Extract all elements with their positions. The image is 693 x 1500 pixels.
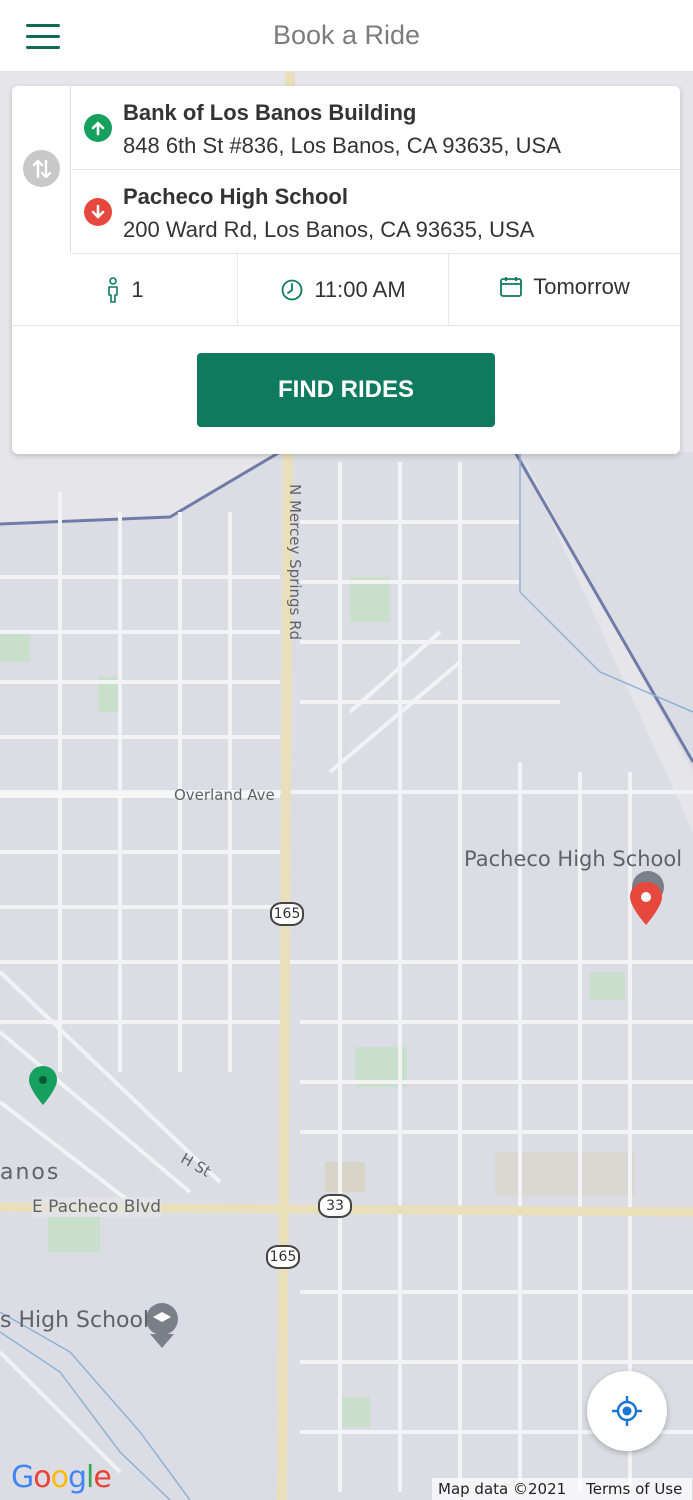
book-ride-screen: N Mercey Springs Rd Overland Ave Pacheco… (0, 0, 693, 1500)
map-label-city: anos (0, 1160, 61, 1185)
my-location-button[interactable] (587, 1371, 667, 1451)
map-label-pacheco-high: Pacheco High School (464, 847, 683, 871)
dropoff-name: Pacheco High School (123, 184, 348, 209)
swap-vertical-icon[interactable] (23, 150, 60, 187)
pickup-address: 848 6th St #836, Los Banos, CA 93635, US… (123, 133, 561, 158)
map-label-pacheco-blvd: E Pacheco Blvd (32, 1197, 162, 1217)
map-data-text: Map data ©2021 (438, 1480, 567, 1498)
arrow-down-icon (84, 198, 112, 226)
app-header: Book a Ride (0, 0, 693, 72)
terms-of-use-link[interactable]: Terms of Use (586, 1480, 682, 1498)
map-attribution: Map data ©2021 Terms of Use (432, 1478, 693, 1500)
ride-booking-card: Bank of Los Banos Building 848 6th St #8… (12, 86, 680, 454)
route-33-shield: 33 (318, 1194, 352, 1218)
crosshair-location-icon (612, 1396, 642, 1426)
route-165-shield-bottom: 165 (266, 1245, 300, 1269)
pickup-name: Bank of Los Banos Building (123, 100, 417, 125)
pickup-time-selector[interactable]: 11:00 AM (238, 254, 449, 326)
dropoff-address: 200 Ward Rd, Los Banos, CA 93635, USA (123, 217, 535, 242)
map-label-mercey-springs: N Mercey Springs Rd (286, 484, 304, 641)
ride-options-row: 1 11:00 AM Tomorrow (12, 254, 680, 326)
person-icon (108, 277, 119, 303)
map-label-school: s High School (0, 1308, 150, 1333)
pickup-date-selector[interactable]: Tomorrow (449, 251, 680, 323)
passenger-count-selector[interactable]: 1 (12, 254, 238, 326)
calendar-icon (500, 277, 523, 297)
pickup-time: 11:00 AM (314, 277, 406, 302)
page-title: Book a Ride (272, 20, 421, 50)
pickup-date: Tomorrow (533, 274, 630, 299)
find-rides-button[interactable]: FIND RIDES (197, 353, 495, 427)
pickup-location-field[interactable]: Bank of Los Banos Building 848 6th St #8… (72, 86, 680, 170)
dropoff-location-field[interactable]: Pacheco High School 200 Ward Rd, Los Ban… (72, 170, 680, 254)
passenger-count: 1 (131, 277, 144, 302)
map-label-overland-ave: Overland Ave (174, 786, 275, 804)
arrow-up-icon (84, 114, 112, 142)
clock-icon (281, 279, 303, 301)
swap-column (12, 86, 71, 254)
google-logo: Google (11, 1460, 112, 1495)
route-165-shield-top: 165 (270, 902, 304, 926)
